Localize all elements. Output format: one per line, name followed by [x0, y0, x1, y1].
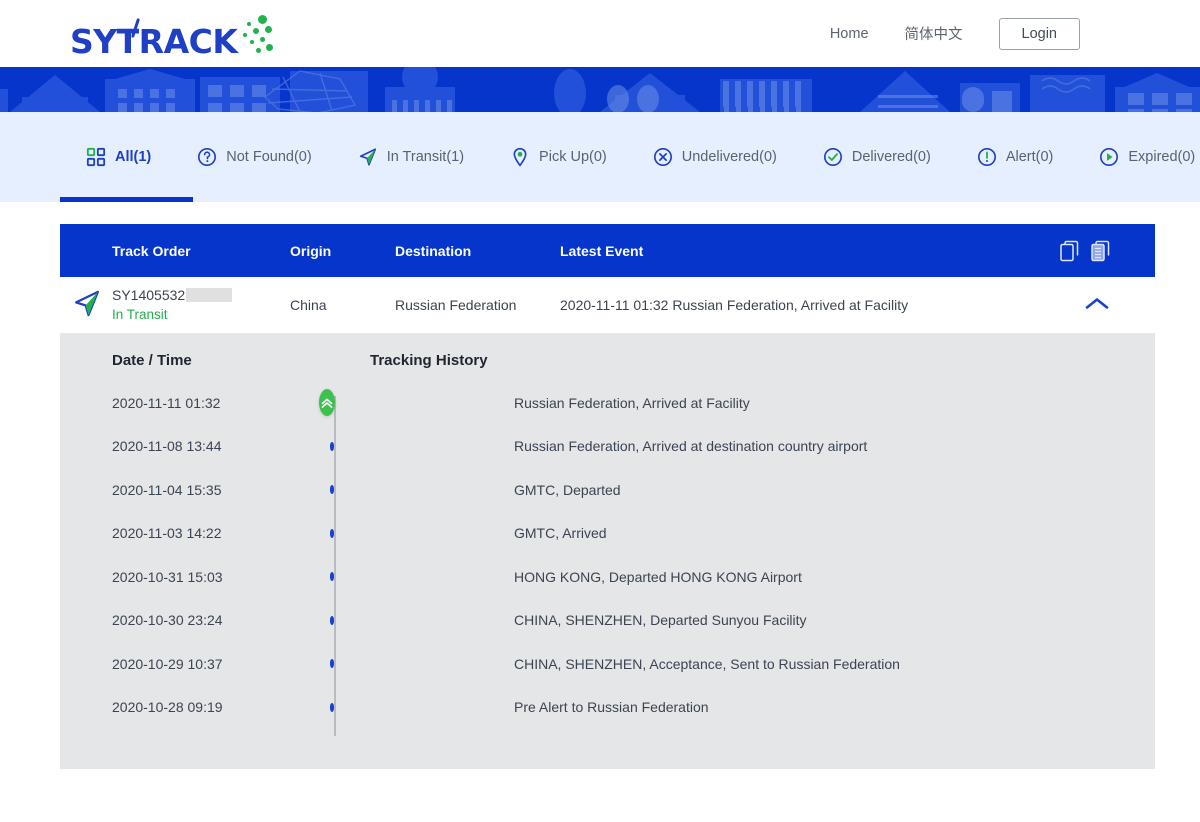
question-icon: [198, 148, 217, 166]
tab-pick-up-label: Pick Up(0): [539, 149, 607, 165]
history-datetime: 2020-10-31 15:03: [112, 568, 223, 585]
history-item: 2020-10-30 23:24 CHINA, SHENZHEN, Depart…: [60, 599, 1155, 643]
tab-undelivered[interactable]: Undelivered(0): [653, 147, 777, 167]
tab-alert-label: Alert(0): [1005, 149, 1054, 165]
tab-expired[interactable]: Expired(0): [1099, 147, 1195, 167]
detail-header-row: Date / Time Tracking History: [60, 352, 1155, 381]
clock-icon: [1100, 148, 1119, 166]
row-status-navigation-icon: [72, 289, 102, 322]
history-datetime: 2020-11-08 13:44: [112, 438, 222, 455]
row-expand-toggle[interactable]: [1084, 296, 1110, 315]
tab-not-found-label: Not Found(0): [226, 149, 312, 165]
history-text: Russian Federation, Arrived at destinati…: [514, 438, 868, 455]
skyline-pattern-icon: [0, 67, 1200, 112]
timeline-dot-icon: [329, 615, 334, 625]
table-row[interactable]: SY1405532 In Transit China Russian Feder…: [60, 277, 1155, 334]
timeline-dot-icon: [329, 572, 334, 582]
timeline-dot-icon: [329, 441, 334, 451]
timeline-dot-icon: [329, 528, 334, 538]
table-header: Track Order Origin Destination Latest Ev…: [60, 224, 1155, 277]
documents-icon[interactable]: [1091, 240, 1110, 261]
x-circle-icon: [653, 148, 672, 166]
grid-icon: [86, 147, 106, 167]
navigation-icon: [359, 148, 376, 166]
column-header-track-order: Track Order: [112, 242, 191, 259]
tracking-detail-panel: Date / Time Tracking History 2020-11-11 …: [60, 334, 1155, 769]
latest-event-cell: 2020-11-11 01:32 Russian Federation, Arr…: [560, 297, 909, 313]
row-status-label: In Transit: [112, 307, 168, 323]
history-text: CHINA, SHENZHEN, Departed Sunyou Facilit…: [514, 612, 807, 629]
history-item: 2020-11-08 13:44 Russian Federation, Arr…: [60, 425, 1155, 469]
history-text: Russian Federation, Arrived at Facility: [514, 394, 750, 411]
tab-expired-label: Expired(0): [1128, 149, 1196, 165]
track-id[interactable]: SY1405532: [112, 285, 185, 305]
history-item: 2020-11-03 14:22 GMTC, Arrived: [60, 512, 1155, 556]
tab-in-transit-label: In Transit(1): [386, 149, 465, 165]
history-item: 2020-11-11 01:32 Russian Federation, Arr…: [60, 381, 1155, 425]
timeline-dot-icon: [329, 485, 334, 495]
double-chevron-up-icon: [321, 398, 333, 408]
logo-text: SYTRACK: [70, 21, 238, 61]
history-text: HONG KONG, Departed HONG KONG Airport: [514, 568, 802, 585]
tab-not-found[interactable]: Not Found(0): [197, 147, 312, 167]
column-header-destination: Destination: [395, 242, 472, 259]
history-item: 2020-11-04 15:35 GMTC, Departed: [60, 468, 1155, 512]
status-tabs: All(1) Not Found(0) In Transit(1) Pick U…: [0, 112, 1200, 202]
timeline-dot-icon: [329, 659, 334, 669]
tab-delivered[interactable]: Delivered(0): [823, 147, 931, 167]
nav-home-link[interactable]: Home: [830, 26, 869, 42]
column-header-origin: Origin: [290, 242, 332, 259]
tab-alert[interactable]: Alert(0): [977, 147, 1054, 167]
history-datetime: 2020-11-03 14:22: [112, 525, 222, 542]
history-datetime: 2020-10-28 09:19: [112, 699, 223, 716]
detail-column-history: Tracking History: [370, 352, 488, 369]
skyline-banner: [0, 67, 1200, 112]
history-item: 2020-10-28 09:19 Pre Alert to Russian Fe…: [60, 686, 1155, 730]
top-bar: SYTRACK Home 简体中文 Login: [0, 0, 1200, 67]
tab-in-transit[interactable]: In Transit(1): [358, 147, 464, 167]
check-circle-icon: [823, 148, 842, 166]
tab-undelivered-label: Undelivered(0): [681, 149, 777, 165]
tab-all[interactable]: All(1): [86, 147, 151, 167]
chevron-up-icon: [1085, 298, 1109, 309]
tab-delivered-label: Delivered(0): [851, 149, 931, 165]
map-pin-icon: [513, 147, 527, 167]
logo[interactable]: SYTRACK: [70, 10, 274, 61]
logo-dot-cluster-icon: [239, 14, 274, 58]
table-header-actions: [1060, 240, 1110, 261]
login-button[interactable]: Login: [998, 17, 1080, 50]
detail-column-datetime: Date / Time: [112, 352, 192, 369]
copy-icon[interactable]: [1060, 240, 1079, 261]
main-content: Track Order Origin Destination Latest Ev…: [0, 202, 1200, 769]
active-tab-underline: [60, 197, 193, 202]
destination-cell: Russian Federation: [395, 297, 517, 313]
tab-all-label: All(1): [115, 149, 152, 165]
history-datetime: 2020-10-30 23:24: [112, 612, 223, 629]
history-text: GMTC, Arrived: [514, 525, 607, 542]
top-navigation: Home 简体中文 Login: [830, 17, 1080, 50]
history-datetime: 2020-10-29 10:37: [112, 655, 223, 672]
history-datetime: 2020-11-04 15:35: [112, 481, 222, 498]
redaction-block: [186, 288, 233, 303]
track-id-wrap: SY1405532: [112, 285, 290, 305]
current-status-marker-icon: [319, 389, 336, 417]
timeline-dot-icon: [329, 702, 334, 712]
alert-icon: [977, 148, 996, 166]
history-text: Pre Alert to Russian Federation: [514, 699, 709, 716]
history-item: 2020-10-31 15:03 HONG KONG, Departed HON…: [60, 555, 1155, 599]
history-text: CHINA, SHENZHEN, Acceptance, Sent to Rus…: [514, 655, 900, 672]
origin-cell: China: [290, 297, 327, 313]
tab-pick-up[interactable]: Pick Up(0): [510, 147, 607, 167]
history-item: 2020-10-29 10:37 CHINA, SHENZHEN, Accept…: [60, 642, 1155, 686]
history-text: GMTC, Departed: [514, 481, 621, 498]
status-tab-bar: All(1) Not Found(0) In Transit(1) Pick U…: [0, 112, 1200, 202]
nav-language-link[interactable]: 简体中文: [905, 23, 963, 44]
